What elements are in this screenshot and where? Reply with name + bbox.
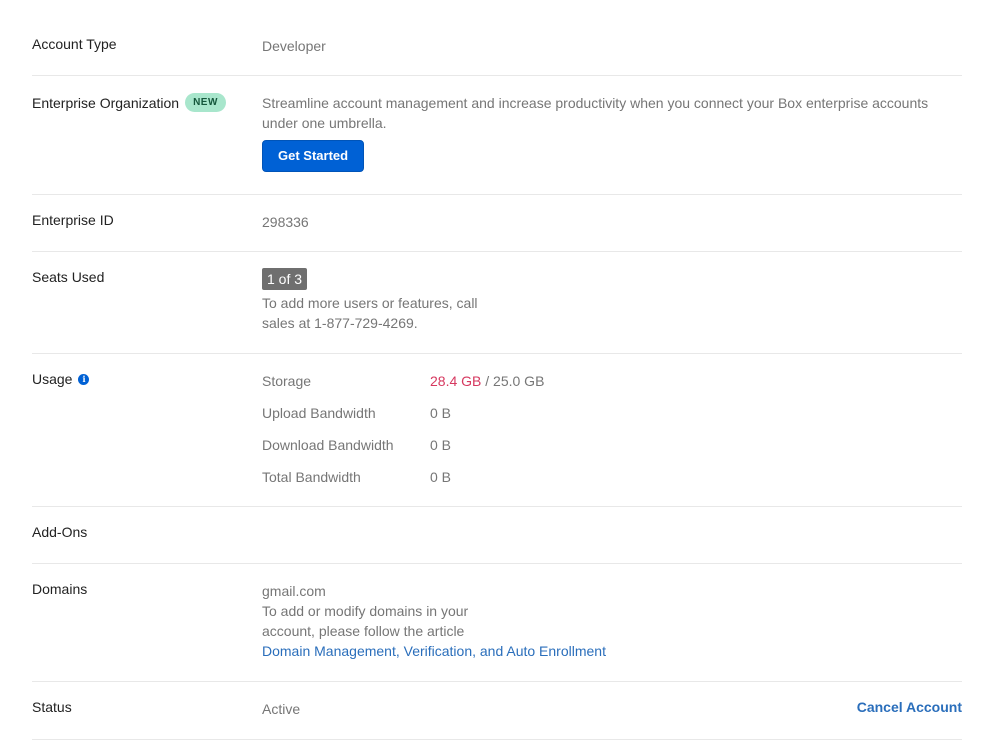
enterprise-org-label-wrap: Enterprise Organization NEW xyxy=(32,93,226,112)
status-value: Active xyxy=(262,701,301,717)
account-type-row: Account Type Developer xyxy=(32,36,962,76)
usage-storage-label: Storage xyxy=(262,373,312,389)
usage-storage-row: Storage 28.4 GB / 25.0 GB xyxy=(262,371,544,403)
domain-management-link[interactable]: Domain Management, Verification, and Aut… xyxy=(262,643,606,659)
enterprise-id-value: 298336 xyxy=(262,214,309,230)
usage-total-row: Total Bandwidth 0 B xyxy=(262,467,544,499)
status-label: Status xyxy=(32,699,72,715)
usage-upload-label: Upload Bandwidth xyxy=(262,405,376,421)
domain-value: gmail.com xyxy=(262,583,326,599)
usage-upload-value: 0 B xyxy=(430,405,452,421)
enterprise-id-row: Enterprise ID 298336 xyxy=(32,212,962,252)
seats-note-line1: To add more users or features, call xyxy=(262,295,478,311)
usage-download-label: Download Bandwidth xyxy=(262,437,394,453)
domains-label: Domains xyxy=(32,581,88,597)
usage-upload-row: Upload Bandwidth 0 B xyxy=(262,403,544,435)
usage-table: Storage 28.4 GB / 25.0 GB Upload Bandwid… xyxy=(262,371,544,499)
addons-label: Add-Ons xyxy=(32,524,88,540)
cancel-account-link[interactable]: Cancel Account xyxy=(857,699,962,715)
usage-download-value: 0 B xyxy=(430,437,452,453)
enterprise-org-content: Streamline account management and increa… xyxy=(262,93,962,172)
usage-label-wrap: Usage i xyxy=(32,371,90,387)
info-icon[interactable]: i xyxy=(78,373,90,385)
addons-row: Add-Ons xyxy=(32,524,962,564)
usage-storage-value: 28.4 GB / 25.0 GB xyxy=(430,371,544,403)
seats-content: 1 of 3 To add more users or features, ca… xyxy=(262,268,478,333)
enterprise-id-label: Enterprise ID xyxy=(32,212,114,228)
account-type-value: Developer xyxy=(262,38,326,54)
new-badge: NEW xyxy=(185,93,226,112)
account-type-label: Account Type xyxy=(32,36,117,52)
usage-total-value: 0 B xyxy=(430,469,452,485)
domains-note-line2: account, please follow the article xyxy=(262,623,465,639)
enterprise-org-description-line2: under one umbrella. xyxy=(262,115,387,131)
enterprise-org-description-line1: Streamline account management and increa… xyxy=(262,95,929,111)
usage-row: Usage i Storage 28.4 GB / 25.0 GB Upload… xyxy=(32,371,962,507)
domains-note-line1: To add or modify domains in your xyxy=(262,603,469,619)
get-started-button[interactable]: Get Started xyxy=(262,140,365,172)
usage-label: Usage xyxy=(32,371,73,387)
seats-row: Seats Used 1 of 3 To add more users or f… xyxy=(32,268,962,354)
domains-content: gmail.com To add or modify domains in yo… xyxy=(262,581,606,661)
usage-content: Storage 28.4 GB / 25.0 GB Upload Bandwid… xyxy=(262,371,544,499)
enterprise-org-label: Enterprise Organization xyxy=(32,94,180,111)
enterprise-org-row: Enterprise Organization NEW Streamline a… xyxy=(32,93,962,195)
usage-total-label: Total Bandwidth xyxy=(262,469,361,485)
account-info-page: Account Type Developer Enterprise Organi… xyxy=(0,0,997,746)
seats-badge: 1 of 3 xyxy=(262,268,308,290)
storage-used-value: 28.4 GB xyxy=(430,373,482,389)
domains-row: Domains gmail.com To add or modify domai… xyxy=(32,581,962,682)
seats-note-line2: sales at 1-877-729-4269. xyxy=(262,315,418,331)
storage-total-value: / 25.0 GB xyxy=(481,373,545,389)
status-row: Status Active Cancel Account xyxy=(32,699,962,740)
usage-download-row: Download Bandwidth 0 B xyxy=(262,435,544,467)
seats-label: Seats Used xyxy=(32,269,105,285)
